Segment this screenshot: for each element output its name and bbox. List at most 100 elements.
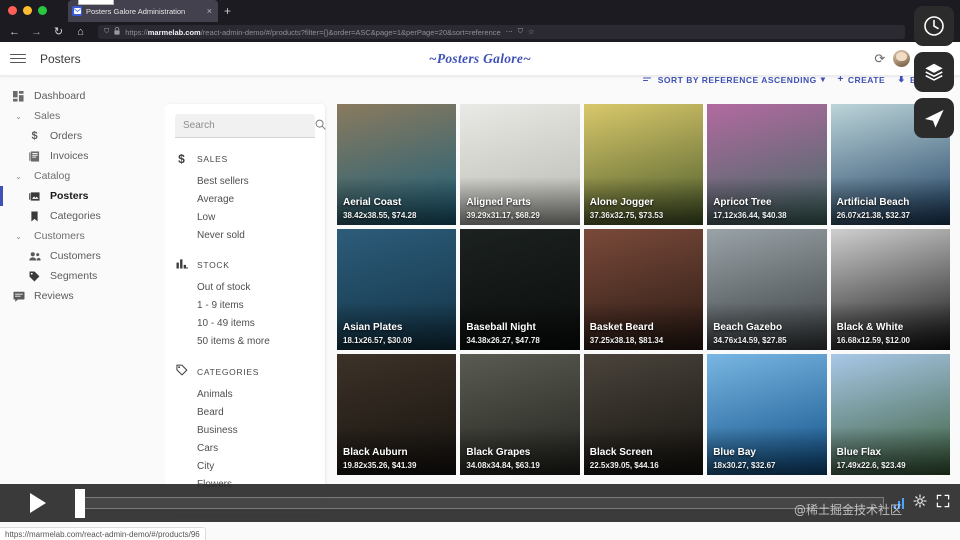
product-card[interactable]: Black Auburn 19.82x35.26, $41.39: [337, 354, 457, 475]
filter-option[interactable]: Out of stock: [175, 278, 315, 296]
avatar[interactable]: [893, 50, 911, 67]
product-card[interactable]: Black Grapes 34.08x34.84, $63.19: [460, 354, 580, 475]
shield-icon[interactable]: ⛉: [104, 28, 109, 36]
create-button[interactable]: + CREATE: [837, 76, 885, 85]
video-right-controls: [893, 493, 960, 513]
maximize-window-button[interactable]: [38, 6, 47, 15]
close-icon[interactable]: ×: [205, 6, 214, 16]
filter-option[interactable]: City: [175, 457, 315, 475]
product-card[interactable]: Beach Gazebo 34.76x14.59, $27.85: [707, 229, 827, 350]
url-scheme: https://: [125, 27, 148, 37]
forward-icon[interactable]: →: [30, 26, 43, 38]
product-card[interactable]: Black & White 16.68x12.59, $12.00: [830, 229, 950, 350]
search-input[interactable]: [183, 120, 315, 131]
search-icon[interactable]: [315, 119, 326, 133]
product-card[interactable]: Blue Bay 18x30.27, $32.67: [707, 354, 827, 475]
product-card[interactable]: Asian Plates 18.1x26.57, $30.09: [337, 229, 457, 350]
minimize-window-button[interactable]: [23, 6, 32, 15]
back-icon[interactable]: ←: [8, 26, 21, 38]
sidebar-item-label: Posters: [50, 190, 89, 202]
home-icon[interactable]: ⌂: [74, 26, 87, 38]
sidebar-item-invoices[interactable]: Invoices: [0, 146, 165, 166]
product-card[interactable]: Alone Jogger 37.36x32.75, $73.53: [583, 104, 704, 225]
reload-icon[interactable]: ↻: [52, 26, 65, 38]
product-card[interactable]: Aligned Parts 39.29x31.17, $68.29: [460, 104, 580, 225]
list-toolbar: SORT BY REFERENCE ASCENDING ▾ + CREATE ⬇…: [642, 76, 948, 85]
product-meta: 26.07x21.38, $32.37: [836, 211, 910, 220]
filter-section-header: CATEGORIES: [175, 364, 315, 379]
filter-option[interactable]: Animals: [175, 385, 315, 403]
filter-option[interactable]: Best sellers: [175, 172, 315, 190]
page-actions-icon[interactable]: ⋯: [506, 28, 513, 36]
filter-option[interactable]: Beard: [175, 403, 315, 421]
page-title: Posters: [40, 51, 81, 66]
sidebar-item-customers[interactable]: ⌄ Customers: [0, 226, 165, 246]
product-card[interactable]: Black Screen 22.5x39.05, $44.16: [583, 354, 704, 475]
product-card[interactable]: Baseball Night 34.38x26.27, $47.78: [460, 229, 580, 350]
sidebar-item-posters[interactable]: Posters: [0, 186, 165, 206]
chevron-down-icon[interactable]: ▾: [821, 76, 826, 85]
product-meta: 38.42x38.55, $74.28: [343, 211, 417, 220]
close-window-button[interactable]: [8, 6, 17, 15]
content-area: Dashboard ⌄ Sales $ Orders Invoices ⌄ Catalog Po…: [0, 76, 960, 540]
send-button[interactable]: [914, 98, 954, 138]
people-icon: [28, 250, 41, 263]
dashboard-icon: [12, 90, 25, 103]
progress-handle[interactable]: [75, 489, 85, 518]
window-controls[interactable]: [8, 6, 47, 15]
play-button[interactable]: [0, 484, 72, 522]
gear-icon[interactable]: [913, 493, 927, 513]
sidebar-item-customers[interactable]: Customers: [0, 246, 165, 266]
sidebar-item-orders[interactable]: $ Orders: [0, 126, 165, 146]
sidebar-item-reviews[interactable]: Reviews: [0, 286, 165, 306]
filter-option[interactable]: 10 - 49 items: [175, 314, 315, 332]
url-text: https://marmelab.com/react-admin-demo/#/…: [125, 28, 500, 37]
bookmark-star-icon[interactable]: ☆: [528, 28, 534, 36]
filter-option[interactable]: Business: [175, 421, 315, 439]
sidebar-item-label: Categories: [50, 210, 101, 222]
mail-icon: [72, 6, 82, 16]
filter-section-stock: STOCK Out of stock 1 - 9 items 10 - 49 item…: [175, 258, 315, 350]
status-link: https://marmelab.com/react-admin-demo/#/…: [5, 529, 200, 539]
product-card[interactable]: Blue Flax 17.49x22.6, $23.49: [830, 354, 950, 475]
filter-option[interactable]: Low: [175, 208, 315, 226]
product-meta: 19.82x35.26, $41.39: [343, 461, 417, 470]
search-box[interactable]: [175, 114, 326, 138]
filter-section-categories: CATEGORIESAnimalsBeardBusinessCarsCityFl…: [175, 364, 315, 493]
pocket-icon[interactable]: ⛉: [518, 28, 523, 36]
sidebar-item-label: Sales: [34, 110, 61, 122]
chevron-down-icon: ⌄: [15, 111, 22, 121]
filter-option[interactable]: 1 - 9 items: [175, 296, 315, 314]
sidebar-item-label: Catalog: [34, 170, 71, 182]
tag-icon: [175, 364, 188, 379]
product-card[interactable]: Basket Beard 37.25x38.18, $81.34: [583, 229, 704, 350]
product-name: Alone Jogger: [589, 197, 654, 208]
watermark: @稀土掘金技术社区: [793, 503, 902, 517]
sidebar-item-catalog[interactable]: ⌄ Catalog: [0, 166, 165, 186]
sort-button[interactable]: SORT BY REFERENCE ASCENDING ▾: [642, 76, 826, 85]
filter-option[interactable]: Cars: [175, 439, 315, 457]
main-panel: SORT BY REFERENCE ASCENDING ▾ + CREATE ⬇…: [165, 76, 960, 540]
sidebar-item-segments[interactable]: Segments: [0, 266, 165, 286]
video-progress-bar[interactable]: [75, 489, 884, 518]
refresh-icon[interactable]: ⟳: [874, 51, 885, 67]
sidebar-item-categories[interactable]: Categories: [0, 206, 165, 226]
product-meta: 34.38x26.27, $47.78: [466, 336, 540, 345]
brand-logo: ~Posters Galore~: [428, 50, 532, 66]
menu-icon[interactable]: [10, 53, 26, 64]
filter-option[interactable]: Average: [175, 190, 315, 208]
product-card[interactable]: Aerial Coast 38.42x38.55, $74.28: [337, 104, 457, 225]
filter-section-title: STOCK: [197, 260, 230, 270]
fullscreen-icon[interactable]: [936, 494, 950, 513]
new-tab-button[interactable]: +: [224, 3, 231, 19]
filter-option[interactable]: Never sold: [175, 226, 315, 244]
status-bar: https://marmelab.com/react-admin-demo/#/…: [0, 527, 206, 540]
filter-option[interactable]: 50 items & more: [175, 332, 315, 350]
product-card[interactable]: Apricot Tree 17.12x36.44, $40.38: [707, 104, 827, 225]
bar-chart-icon: [175, 258, 188, 272]
history-button[interactable]: [914, 6, 954, 46]
address-bar[interactable]: ⛉ https://marmelab.com/react-admin-demo/…: [98, 25, 905, 39]
sidebar-item-dashboard[interactable]: Dashboard: [0, 86, 165, 106]
layers-button[interactable]: [914, 52, 954, 92]
sidebar-item-sales[interactable]: ⌄ Sales: [0, 106, 165, 126]
